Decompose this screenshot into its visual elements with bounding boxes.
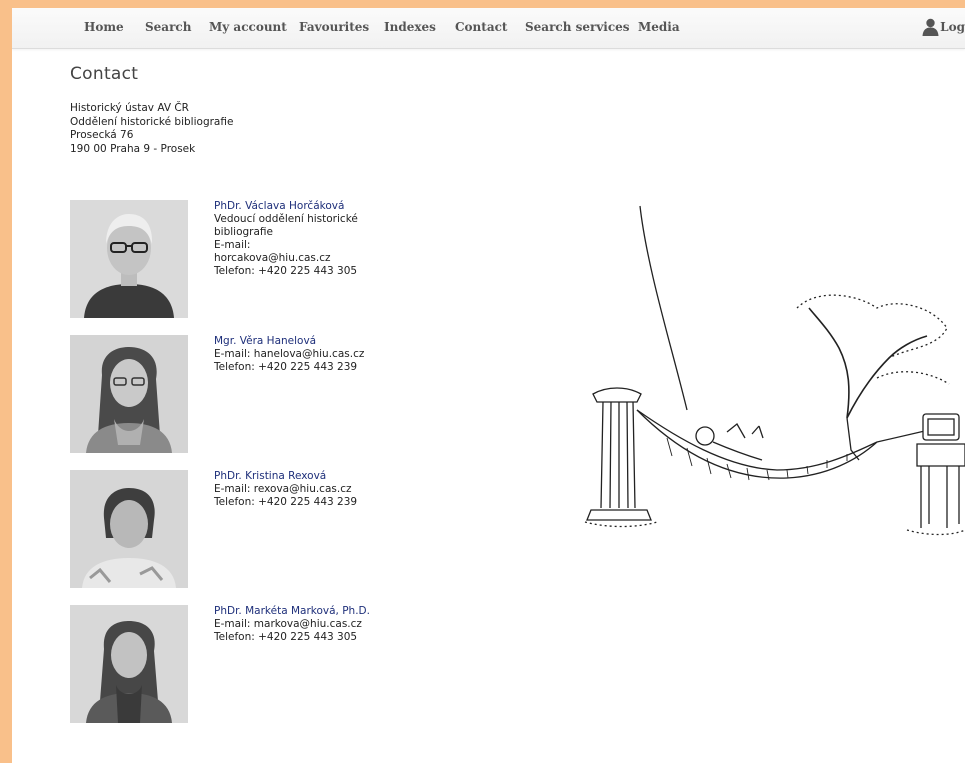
person-name: PhDr. Václava Horčáková [214,200,345,212]
nav-search[interactable]: Search [145,20,191,34]
person-role: Vedoucí oddělení historické bibliografie [214,213,358,238]
person-phone: Telefon: +420 225 443 305 [214,631,358,643]
contact-card: PhDr. Kristina Rexová E-mail: rexova@hiu… [70,470,390,590]
person-phone: Telefon: +420 225 443 305 [214,265,358,277]
person-name: PhDr. Kristina Rexová [214,470,327,482]
person-photo [70,200,188,318]
nav-indexes[interactable]: Indexes [384,20,436,34]
person-photo [70,605,188,723]
person-info: PhDr. Kristina Rexová E-mail: rexova@hiu… [214,470,374,509]
page-title: Contact [70,64,139,84]
contact-card: Mgr. Věra Hanelová E-mail: hanelova@hiu.… [70,335,390,455]
top-navbar: Home Search My account Favourites Indexe… [12,8,965,49]
user-icon [922,18,939,36]
person-name: PhDr. Markéta Marková, Ph.D. [214,605,370,617]
login-link[interactable]: Log [922,18,965,36]
address-line: Prosecká 76 [70,129,134,141]
person-email[interactable]: E-mail: markova@hiu.cas.cz [214,618,374,631]
address-line: Oddělení historické bibliografie [70,115,234,128]
person-info: PhDr. Václava Horčáková Vedoucí oddělení… [214,200,374,278]
nav-contact[interactable]: Contact [455,20,507,34]
contact-card: PhDr. Václava Horčáková Vedoucí oddělení… [70,200,390,320]
nav-my-account[interactable]: My account [209,20,287,34]
nav-home[interactable]: Home [84,20,124,34]
hammock-illustration [577,198,965,548]
nav-search-services[interactable]: Search services [525,20,630,34]
person-phone: Telefon: +420 225 443 239 [214,361,358,373]
person-email[interactable]: horcakova@hiu.cas.cz [214,252,374,265]
login-label: Log [940,20,965,34]
person-phone: Telefon: +420 225 443 239 [214,496,358,508]
person-email[interactable]: E-mail: hanelova@hiu.cas.cz [214,348,374,361]
address-block: Historický ústav AV ČR Oddělení historic… [70,102,233,156]
address-line: Historický ústav AV ČR [70,102,189,114]
nav-media[interactable]: Media [638,20,680,34]
person-photo [70,470,188,588]
person-info: PhDr. Markéta Marková, Ph.D. E-mail: mar… [214,605,374,644]
person-name: Mgr. Věra Hanelová [214,335,317,347]
address-line: 190 00 Praha 9 - Prosek [70,142,196,155]
person-info: Mgr. Věra Hanelová E-mail: hanelova@hiu.… [214,335,374,374]
person-email-label: E-mail: [214,239,251,251]
contact-card: PhDr. Markéta Marková, Ph.D. E-mail: mar… [70,605,390,725]
person-email[interactable]: E-mail: rexova@hiu.cas.cz [214,483,374,496]
person-photo [70,335,188,453]
nav-favourites[interactable]: Favourites [299,20,369,34]
page-container: Home Search My account Favourites Indexe… [12,8,965,763]
